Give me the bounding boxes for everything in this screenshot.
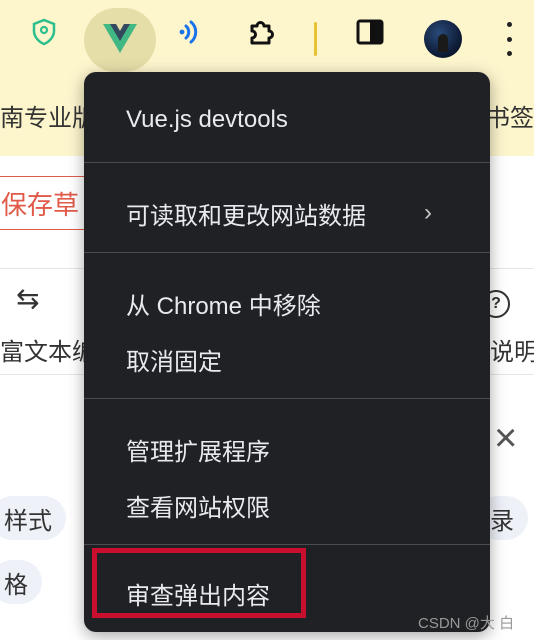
bookmark-item-left[interactable]: 南专业版 <box>0 98 96 133</box>
bookmark-item-right[interactable]: 书签 <box>486 98 534 133</box>
menu-item-site-data[interactable]: 可读取和更改网站数据 <box>126 196 366 231</box>
menu-item-remove[interactable]: 从 Chrome 中移除 <box>126 286 321 321</box>
menu-item-unpin[interactable]: 取消固定 <box>126 342 222 377</box>
menu-item-manage-extensions[interactable]: 管理扩展程序 <box>126 432 270 467</box>
shield-location-icon[interactable] <box>26 14 62 50</box>
puzzle-extensions-icon[interactable] <box>244 14 280 50</box>
help-label[interactable]: 说明 <box>490 332 534 367</box>
menu-title: Vue.js devtools <box>126 106 288 133</box>
style-chip[interactable]: 样式 <box>0 496 66 540</box>
highlight-box <box>92 548 306 618</box>
close-icon[interactable]: × <box>494 418 517 458</box>
chevron-right-icon: › <box>424 199 432 226</box>
browser-toolbar <box>0 0 534 80</box>
avatar[interactable] <box>424 20 462 58</box>
rich-text-editor-label[interactable]: 富文本编 <box>0 332 96 367</box>
menu-divider <box>84 398 490 399</box>
watermark: CSDN @大 白 <box>418 615 515 632</box>
toolbar-separator <box>314 22 317 56</box>
vue-devtools-icon <box>102 20 138 56</box>
menu-divider <box>84 544 490 545</box>
menu-divider <box>84 252 490 253</box>
menu-item-view-permissions[interactable]: 查看网站权限 <box>126 488 270 523</box>
swap-arrows-icon[interactable]: ⇆ <box>16 282 39 315</box>
format-chip[interactable]: 格 <box>0 560 42 604</box>
wifi-signal-icon[interactable] <box>172 14 208 50</box>
side-panel-icon[interactable] <box>352 14 388 50</box>
more-vertical-icon[interactable] <box>505 22 513 56</box>
save-draft-button[interactable]: 保存草 <box>0 176 89 230</box>
menu-divider <box>84 162 490 163</box>
